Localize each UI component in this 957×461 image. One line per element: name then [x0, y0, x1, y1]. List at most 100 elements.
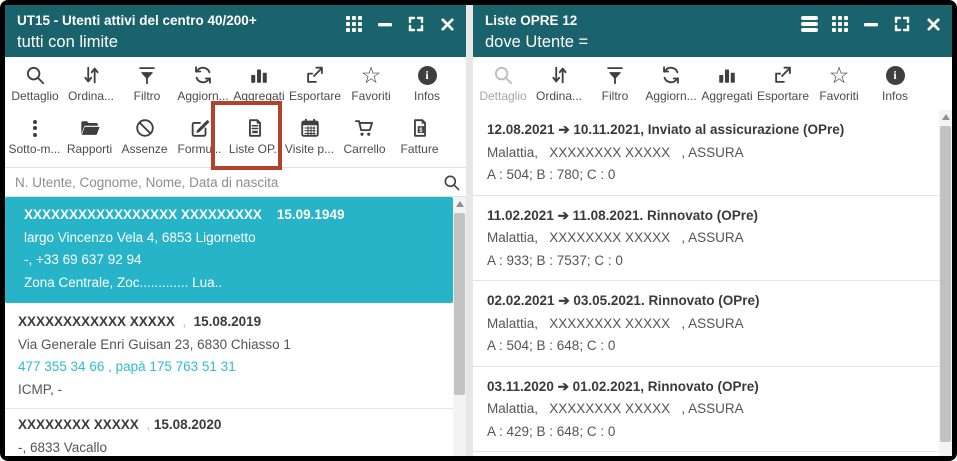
toolbar-dettaglio[interactable]: Dettaglio — [475, 63, 531, 103]
refresh-icon — [192, 63, 214, 87]
patient-name-line: XXXXXXXXXXXXXXXXX XXXXXXXXX 15.09.1949 — [24, 204, 441, 227]
toolbar-infos[interactable]: i Infos — [867, 63, 923, 103]
toolbar-liste-op[interactable]: Liste OP.. — [227, 116, 282, 156]
folder-icon — [78, 116, 102, 140]
bar-chart-icon — [716, 63, 738, 87]
filter-icon — [136, 63, 158, 87]
toolbar-favoriti[interactable]: ☆ Favoriti — [343, 63, 399, 103]
toolbar-label: Rapporti — [67, 142, 112, 156]
toolbar-label: Formul.. — [177, 142, 221, 156]
toolbar-aggiorna[interactable]: Aggiorn... — [175, 63, 231, 103]
toolbar-dettaglio[interactable]: Dettaglio — [7, 63, 63, 103]
opre-detail: Malattia, XXXXXXXX XXXXX , ASSURA — [487, 398, 925, 421]
toolbar-rapporti[interactable]: Rapporti — [62, 116, 117, 156]
panel-utenti-header: UT15 - Utenti attivi del centro 40/200+ … — [5, 5, 466, 57]
patient-name: XXXXXXXXXXXXXXXXX XXXXXXXXX — [24, 207, 262, 222]
toolbar-ordina[interactable]: Ordina... — [63, 63, 119, 103]
toolbar-formulari[interactable]: Formul.. — [172, 116, 227, 156]
patient-birth-date: 15.08.2020 — [154, 417, 222, 432]
opre-entry[interactable]: 11.02.2021 ➔ 11.08.2021. Rinnovato (OPre… — [473, 196, 939, 282]
patient-zone: ICMP, - — [18, 379, 441, 402]
separator: , — [139, 417, 154, 432]
info-icon: i — [418, 63, 437, 87]
opre-totals: A : 504; B : 648; C : 0 — [487, 335, 925, 358]
close-icon[interactable] — [924, 15, 942, 33]
patient-row[interactable]: XXXXXXXX XXXXX , 15.08.2020 -, 6833 Vaca… — [5, 409, 453, 456]
patient-birth-date: 15.09.1949 — [277, 207, 345, 222]
toolbar-assenze[interactable]: Assenze — [117, 116, 172, 156]
patient-phone: -, +33 69 637 92 94 — [24, 249, 441, 272]
opre-detail: Malattia, XXXXXXXX XXXXX , ASSURA — [487, 227, 925, 250]
screenshot-frame: UT15 - Utenti attivi del centro 40/200+ … — [0, 0, 957, 461]
toolbar-label: Ordina... — [68, 89, 114, 103]
toolbar-label: Dettaglio — [11, 89, 58, 103]
filter-icon — [604, 63, 626, 87]
apps-grid-icon[interactable] — [831, 15, 849, 33]
scroll-up-arrow-icon[interactable] — [942, 114, 950, 120]
server-rows-icon[interactable] — [800, 15, 818, 33]
apps-grid-glyph — [832, 16, 848, 32]
kebab-menu-icon — [33, 116, 37, 140]
opre-entry[interactable]: 03.11.2020 ➔ 01.02.2021, Rinnovato (OPre… — [473, 367, 939, 453]
scrollbar-thumb[interactable] — [940, 126, 951, 442]
toolbar-row1: Dettaglio Ordina... Filtro Aggiorn... Ag… — [5, 57, 466, 110]
toolbar-sotto-menu[interactable]: Sotto-m... — [7, 116, 62, 156]
scrollbar-thumb[interactable] — [454, 213, 465, 395]
sort-icon — [548, 63, 570, 87]
edit-icon — [189, 116, 211, 140]
search-icon — [24, 63, 46, 87]
toolbar-label: Liste OP.. — [229, 142, 280, 156]
opre-detail: Malattia, XXXXXXXX XXXXX , ASSURA — [487, 313, 925, 336]
patient-list-scrollbar[interactable] — [453, 197, 466, 456]
toolbar-carrello[interactable]: Carrello — [337, 116, 392, 156]
search-submit-icon[interactable] — [436, 173, 466, 192]
toolbar-favoriti[interactable]: ☆ Favoriti — [811, 63, 867, 103]
patient-row[interactable]: XXXXXXXXXXXX XXXXX , 15.08.2019 Via Gene… — [5, 306, 453, 409]
window-controls — [800, 15, 942, 33]
separator — [262, 207, 277, 222]
patient-row-selected[interactable]: XXXXXXXXXXXXXXXXX XXXXXXXXX 15.09.1949 l… — [5, 197, 453, 303]
opre-list-scrollbar[interactable] — [939, 110, 952, 456]
toolbar-aggiorna[interactable]: Aggiorn... — [643, 63, 699, 103]
patient-name: XXXXXXXXXXXX XXXXX — [18, 314, 175, 329]
toolbar-esportare[interactable]: Esportare — [287, 63, 343, 103]
toolbar-filtro[interactable]: Filtro — [587, 63, 643, 103]
toolbar-label: Visite p... — [285, 142, 334, 156]
toolbar-label: Infos — [414, 89, 440, 103]
search-input[interactable] — [5, 175, 436, 190]
opre-totals: A : 933; B : 7537; C : 0 — [487, 250, 925, 273]
toolbar-esportare[interactable]: Esportare — [755, 63, 811, 103]
opre-entry[interactable]: 12.08.2021 ➔ 10.11.2021, Inviato al assi… — [473, 110, 939, 196]
document-icon — [244, 116, 266, 140]
scroll-up-arrow-icon[interactable] — [456, 201, 464, 207]
minimize-icon[interactable] — [376, 15, 394, 33]
panel-liste-opre: Liste OPRE 12 dove Utente = Dettaglio Or… — [473, 5, 952, 456]
toolbar-label: Esportare — [289, 89, 341, 103]
maximize-icon[interactable] — [407, 15, 425, 33]
toolbar-label: Dettaglio — [479, 89, 526, 103]
patient-address: Via Generale Enri Guisan 23, 6830 Chiass… — [18, 334, 441, 357]
patient-address: -, 6833 Vacallo — [18, 437, 441, 457]
minimize-icon[interactable] — [862, 15, 880, 33]
toolbar-fatture[interactable]: $ Fatture — [392, 116, 447, 156]
patient-zone: Zona Centrale, Zoc............. Lua.. — [24, 272, 441, 295]
sort-icon — [80, 63, 102, 87]
toolbar-label: Carrello — [343, 142, 385, 156]
toolbar-filtro[interactable]: Filtro — [119, 63, 175, 103]
maximize-icon[interactable] — [893, 15, 911, 33]
toolbar-aggregati[interactable]: Aggregati — [231, 63, 287, 103]
toolbar-ordina[interactable]: Ordina... — [531, 63, 587, 103]
patient-birth-date: 15.08.2019 — [194, 314, 262, 329]
apps-grid-icon[interactable] — [345, 15, 363, 33]
info-icon: i — [886, 63, 905, 87]
opre-entry[interactable]: 02.02.2021 ➔ 03.05.2021. Rinnovato (OPre… — [473, 281, 939, 367]
server-rows-glyph — [801, 16, 818, 33]
opre-list: 12.08.2021 ➔ 10.11.2021, Inviato al assi… — [473, 110, 939, 456]
toolbar-label: Infos — [882, 89, 908, 103]
block-icon — [134, 116, 156, 140]
toolbar-visite[interactable]: Visite p... — [282, 116, 337, 156]
close-icon[interactable] — [438, 15, 456, 33]
toolbar-aggregati[interactable]: Aggregati — [699, 63, 755, 103]
cart-icon — [353, 116, 376, 140]
toolbar-infos[interactable]: i Infos — [399, 63, 455, 103]
